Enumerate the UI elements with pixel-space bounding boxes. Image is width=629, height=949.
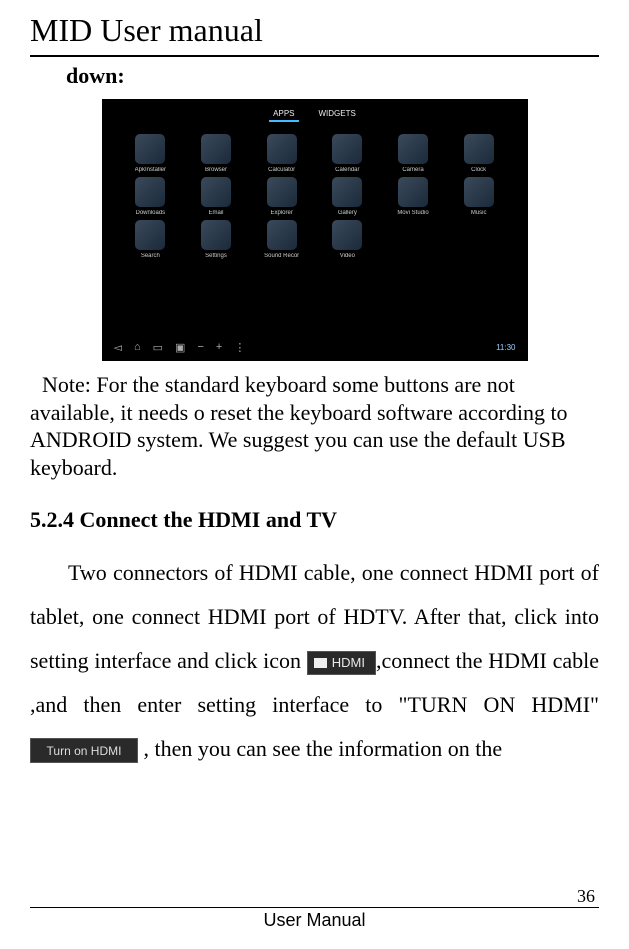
vol-down-icon: −	[197, 341, 203, 354]
app-label: Downloads	[135, 210, 165, 216]
vol-up-icon: +	[216, 341, 222, 354]
app-icon	[201, 220, 231, 250]
app-icon	[332, 220, 362, 250]
tab-apps: APPS	[269, 107, 298, 122]
app-icon	[398, 177, 428, 207]
app-item: Email	[187, 177, 245, 216]
app-icon	[135, 177, 165, 207]
down-label: down:	[66, 63, 599, 89]
app-item: Calendar	[319, 134, 377, 173]
app-icon	[332, 177, 362, 207]
app-label: ApkInstaller	[135, 167, 166, 173]
app-icon	[398, 134, 428, 164]
app-item: Clock	[450, 134, 508, 173]
footer-rule	[30, 907, 599, 908]
doc-title: MID User manual	[30, 12, 599, 49]
app-item: Camera	[384, 134, 442, 173]
turn-on-hdmi-label: Turn on HDMI	[47, 739, 122, 763]
section-heading: 5.2.4 Connect the HDMI and TV	[30, 507, 599, 533]
app-item: Movi Studio	[384, 177, 442, 216]
app-icon	[332, 134, 362, 164]
app-icon	[267, 134, 297, 164]
page-footer: 36 User Manual	[30, 886, 599, 931]
app-label: Gallery	[338, 210, 357, 216]
page-number: 36	[30, 886, 599, 907]
screenshot-icon: ▣	[175, 341, 185, 354]
app-item: Explorer	[253, 177, 311, 216]
app-item: Search	[122, 220, 180, 259]
screenshot-tabs: APPS WIDGETS	[104, 107, 526, 122]
note-text: Note: For the standard keyboard some but…	[30, 371, 599, 481]
app-icon	[135, 220, 165, 250]
nav-buttons: ◅ ⌂ ▭ ▣ − + ⋮	[114, 341, 246, 354]
footer-label: User Manual	[30, 910, 599, 931]
app-label: Settings	[205, 253, 227, 259]
menu-icon: ⋮	[234, 341, 245, 354]
app-label: Camera	[402, 167, 423, 173]
status-clock: 11:30	[496, 343, 515, 352]
back-icon: ◅	[114, 341, 122, 354]
app-label: Browser	[205, 167, 227, 173]
app-item: Video	[319, 220, 377, 259]
app-item: ApkInstaller	[122, 134, 180, 173]
app-item: Settings	[187, 220, 245, 259]
app-icon	[464, 134, 494, 164]
app-label: Calculator	[268, 167, 295, 173]
app-item: Browser	[187, 134, 245, 173]
monitor-icon	[314, 658, 327, 668]
app-label: Sound Recor	[264, 253, 299, 259]
header-rule	[30, 55, 599, 57]
home-icon: ⌂	[134, 341, 141, 354]
android-navbar: ◅ ⌂ ▭ ▣ − + ⋮ 11:30	[104, 335, 526, 359]
app-label: Music	[471, 210, 487, 216]
app-icon	[267, 220, 297, 250]
tab-widgets: WIDGETS	[315, 107, 360, 122]
app-label: Movi Studio	[397, 210, 428, 216]
android-screenshot: APPS WIDGETS ApkInstaller Browser Calcul…	[102, 99, 528, 361]
app-item: Downloads	[122, 177, 180, 216]
body-paragraph: Two connectors of HDMI cable, one connec…	[30, 551, 599, 771]
app-icon	[201, 177, 231, 207]
app-grid: ApkInstaller Browser Calculator Calendar…	[104, 122, 526, 259]
hdmi-button: HDMI	[307, 651, 376, 675]
app-icon	[135, 134, 165, 164]
hdmi-button-label: HDMI	[332, 650, 365, 676]
app-label: Video	[340, 253, 355, 259]
body-post: , then you can see the information on th…	[138, 736, 502, 761]
app-item: Music	[450, 177, 508, 216]
turn-on-hdmi-button: Turn on HDMI	[30, 738, 138, 763]
app-item: Sound Recor	[253, 220, 311, 259]
app-item: Gallery	[319, 177, 377, 216]
app-label: Search	[141, 253, 160, 259]
embedded-screenshot-wrap: APPS WIDGETS ApkInstaller Browser Calcul…	[30, 99, 599, 361]
recent-icon: ▭	[153, 341, 163, 354]
app-label: Clock	[471, 167, 486, 173]
app-icon	[267, 177, 297, 207]
app-icon	[464, 177, 494, 207]
app-label: Email	[208, 210, 223, 216]
app-icon	[201, 134, 231, 164]
app-label: Calendar	[335, 167, 359, 173]
app-item: Calculator	[253, 134, 311, 173]
app-label: Explorer	[270, 210, 292, 216]
